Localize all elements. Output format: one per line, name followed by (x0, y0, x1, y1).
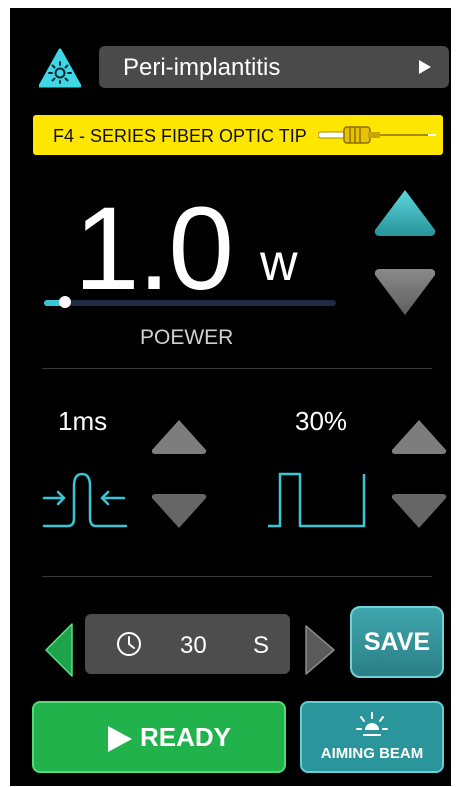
pulse-width-increase-button[interactable] (148, 416, 210, 456)
procedure-label: Peri-implantitis (123, 54, 281, 81)
duty-cycle-decrease-button[interactable] (388, 492, 450, 532)
timer-unit: S (253, 632, 270, 659)
power-decrease-button[interactable] (372, 263, 438, 319)
divider (42, 576, 432, 577)
sun-icon (356, 712, 388, 736)
timer-value: 30 (180, 632, 207, 659)
laser-control-screen: Peri-implantitis F4 - SERIES FIBER OPTIC… (10, 8, 451, 786)
timer-display: 30 S (85, 614, 290, 674)
procedure-selector[interactable]: Peri-implantitis (99, 46, 449, 88)
power-increase-button[interactable] (372, 186, 438, 242)
power-unit: w (260, 234, 298, 292)
divider (42, 368, 432, 369)
aiming-beam-button[interactable]: AIMING BEAM (300, 701, 444, 773)
duty-cycle-increase-button[interactable] (388, 416, 450, 456)
power-slider-track[interactable] (44, 300, 336, 306)
ready-label: READY (140, 722, 232, 752)
sun-icon[interactable] (39, 48, 81, 88)
pulse-width-icon (42, 472, 128, 528)
fiber-tip-icon (318, 126, 436, 144)
timer-increase-button[interactable] (302, 622, 338, 678)
clock-icon (117, 632, 141, 656)
pulse-width-decrease-button[interactable] (148, 492, 210, 532)
ready-button[interactable]: READY (32, 701, 286, 773)
power-label: POEWER (140, 326, 234, 349)
play-icon (419, 60, 431, 74)
power-value: 1.0 (74, 183, 234, 315)
save-button[interactable]: SAVE (350, 606, 444, 678)
duty-cycle-value: 30% (295, 406, 348, 436)
timer-decrease-button[interactable] (40, 620, 76, 680)
tip-banner[interactable]: F4 - SERIES FIBER OPTIC TIP (33, 115, 443, 155)
play-icon (108, 726, 132, 752)
power-slider-handle[interactable] (58, 296, 71, 308)
aiming-beam-label: AIMING BEAM (320, 745, 424, 762)
tip-label: F4 - SERIES FIBER OPTIC TIP (53, 126, 307, 146)
pulse-width-value: 1ms (58, 406, 108, 436)
duty-cycle-icon (268, 472, 366, 528)
